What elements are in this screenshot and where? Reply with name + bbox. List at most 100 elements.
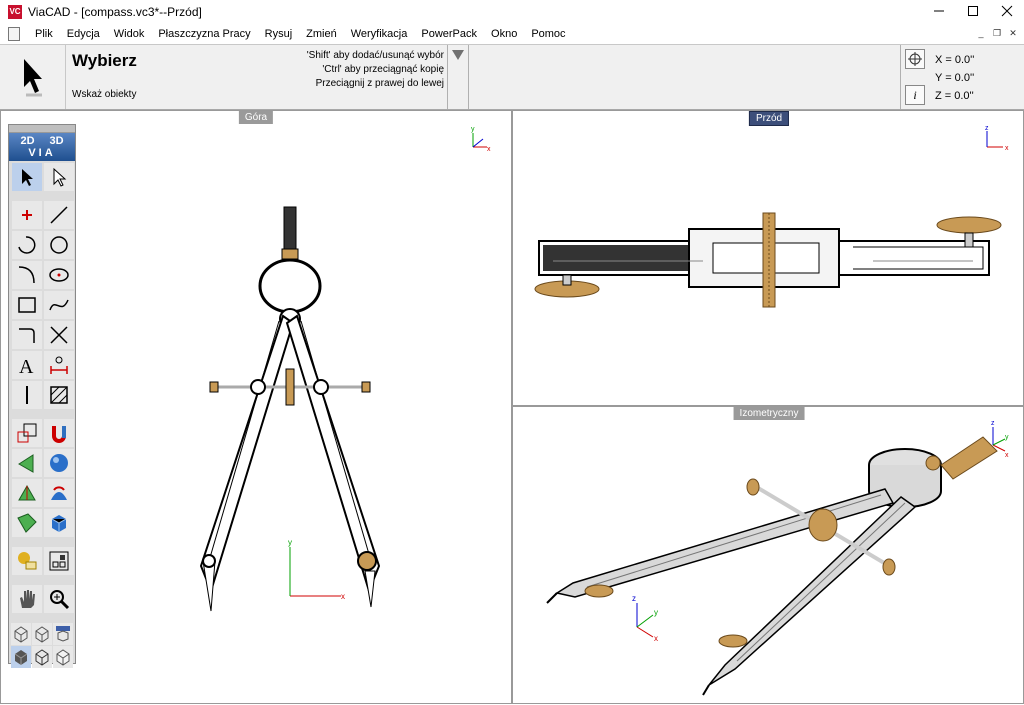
fillet-icon bbox=[18, 266, 35, 284]
fillet-tool-button[interactable] bbox=[12, 261, 42, 289]
select-tool-button[interactable] bbox=[12, 163, 42, 191]
arc-tool-button[interactable] bbox=[12, 231, 42, 259]
circle-icon bbox=[50, 236, 68, 254]
dimension-icon bbox=[50, 356, 68, 374]
menu-rysuj[interactable]: Rysuj bbox=[258, 28, 300, 40]
menu-powerpack[interactable]: PowerPack bbox=[414, 28, 484, 40]
line-tool-button[interactable] bbox=[44, 201, 74, 229]
menu-bar: Plik Edycja Widok Płaszczyzna Pracy Rysu… bbox=[0, 24, 1024, 44]
minimize-icon bbox=[934, 10, 944, 12]
rectangle-icon bbox=[18, 297, 36, 313]
transform-tool-button[interactable] bbox=[12, 419, 42, 447]
layers-grid-icon bbox=[49, 551, 69, 571]
render-tool-button[interactable] bbox=[12, 547, 42, 575]
document-icon[interactable] bbox=[8, 27, 20, 41]
cross-lines-icon bbox=[50, 326, 68, 344]
revolve-tool-button[interactable] bbox=[44, 479, 74, 507]
menu-widok[interactable]: Widok bbox=[107, 28, 152, 40]
minimize-button[interactable] bbox=[922, 0, 956, 22]
tool-info-bar: Wybierz Wskaż obiekty 'Shift' aby dodać/… bbox=[0, 44, 1024, 110]
menu-okno[interactable]: Okno bbox=[484, 28, 524, 40]
render-spheres-icon bbox=[18, 552, 37, 570]
box-tool-button[interactable] bbox=[44, 509, 74, 537]
viewport-top[interactable]: Góra xy x y bbox=[0, 110, 512, 704]
hint-line: 'Ctrl' aby przeciągnąć kopię bbox=[322, 64, 444, 75]
hand-icon bbox=[20, 590, 35, 608]
ellipse-tool-button[interactable] bbox=[44, 261, 74, 289]
arrow-cursor-icon bbox=[22, 169, 33, 186]
centerline-tool-button[interactable] bbox=[12, 381, 42, 409]
select-outline-tool-button[interactable] bbox=[44, 163, 74, 191]
svg-text:y: y bbox=[288, 538, 292, 547]
rectangle-tool-button[interactable] bbox=[12, 291, 42, 319]
menu-weryfikacja[interactable]: Weryfikacja bbox=[344, 28, 415, 40]
wireframe-view-button[interactable] bbox=[11, 623, 31, 645]
menu-edycja[interactable]: Edycja bbox=[60, 28, 107, 40]
ellipse-icon bbox=[49, 268, 69, 282]
mdi-minimize-button[interactable]: _ bbox=[974, 26, 988, 40]
layers-tool-button[interactable] bbox=[44, 547, 74, 575]
shaded-view-button[interactable] bbox=[11, 646, 31, 668]
magnifier-icon bbox=[50, 590, 70, 610]
shell-tool-button[interactable] bbox=[12, 479, 42, 507]
extrude-tool-button[interactable] bbox=[12, 449, 42, 477]
render-cube-icon bbox=[56, 649, 70, 666]
arc-icon bbox=[18, 236, 36, 254]
outline-view-button[interactable] bbox=[32, 646, 52, 668]
line-icon bbox=[50, 206, 68, 224]
text-tool-button[interactable]: A bbox=[12, 351, 42, 379]
intersect-tool-button[interactable] bbox=[44, 321, 74, 349]
info-button[interactable]: i bbox=[905, 85, 925, 105]
triangle-down-icon bbox=[452, 50, 464, 60]
hints-dropdown-button[interactable] bbox=[447, 45, 469, 109]
sphere-icon bbox=[50, 454, 68, 472]
palette-2d3d-switch[interactable]: 2D 3D VIA bbox=[9, 133, 75, 161]
mdi-restore-button[interactable]: ❐ bbox=[990, 26, 1004, 40]
palette-titlebar[interactable] bbox=[9, 125, 75, 133]
snap-tool-button[interactable] bbox=[44, 419, 74, 447]
circle-tool-button[interactable] bbox=[44, 231, 74, 259]
tool-hints: 'Shift' aby dodać/usunąć wybór 'Ctrl' ab… bbox=[230, 49, 444, 91]
hatch-tool-button[interactable] bbox=[44, 381, 74, 409]
hidden-line-cube-icon bbox=[35, 626, 49, 643]
window-title: ViaCAD - [compass.vc3*--Przód] bbox=[28, 4, 202, 19]
revolve-icon bbox=[51, 486, 67, 500]
trim-tool-button[interactable] bbox=[12, 321, 42, 349]
menu-plaszczyzna-pracy[interactable]: Płaszczyzna Pracy bbox=[151, 28, 257, 40]
blend-tool-button[interactable] bbox=[12, 509, 42, 537]
close-button[interactable] bbox=[990, 0, 1024, 22]
spline-tool-button[interactable] bbox=[44, 291, 74, 319]
spline-icon bbox=[49, 299, 69, 311]
menu-plik[interactable]: Plik bbox=[28, 28, 60, 40]
hidden-line-view-button[interactable] bbox=[32, 623, 52, 645]
dimension-tool-button[interactable] bbox=[44, 351, 74, 379]
snap-target-button[interactable] bbox=[905, 49, 925, 69]
menu-zmien[interactable]: Zmień bbox=[299, 28, 344, 40]
render-view-button[interactable] bbox=[53, 646, 73, 668]
pro-view-button[interactable] bbox=[53, 623, 73, 645]
close-icon bbox=[1001, 5, 1013, 17]
crosshair-icon bbox=[908, 52, 922, 66]
blend-icon bbox=[17, 513, 37, 533]
pan-tool-button[interactable] bbox=[12, 585, 42, 613]
menu-pomoc[interactable]: Pomoc bbox=[524, 28, 572, 40]
viewport-front[interactable]: Przód xz bbox=[512, 110, 1024, 406]
viewport-iso[interactable]: Izometryczny zxy z x y bbox=[512, 406, 1024, 704]
magnet-icon bbox=[52, 426, 66, 443]
compass-front-drawing bbox=[534, 212, 1002, 308]
zoom-tool-button[interactable] bbox=[44, 585, 74, 613]
mdi-close-button[interactable]: ✕ bbox=[1006, 26, 1020, 40]
coord-x: X = 0.0'' bbox=[935, 54, 975, 66]
point-tool-button[interactable] bbox=[12, 201, 42, 229]
palette-via-label: VIA bbox=[28, 147, 56, 159]
pro-cube-icon bbox=[56, 626, 70, 642]
outline-cube-icon bbox=[35, 649, 49, 666]
maximize-button[interactable] bbox=[956, 0, 990, 22]
point-icon bbox=[22, 210, 32, 220]
current-tool-box bbox=[0, 45, 66, 109]
tool-name: Wybierz bbox=[72, 51, 137, 70]
sphere-tool-button[interactable] bbox=[44, 449, 74, 477]
palette-2d-label: 2D bbox=[20, 135, 35, 147]
text-a-icon: A bbox=[19, 356, 34, 376]
hint-line: 'Shift' aby dodać/usunąć wybór bbox=[306, 50, 444, 61]
